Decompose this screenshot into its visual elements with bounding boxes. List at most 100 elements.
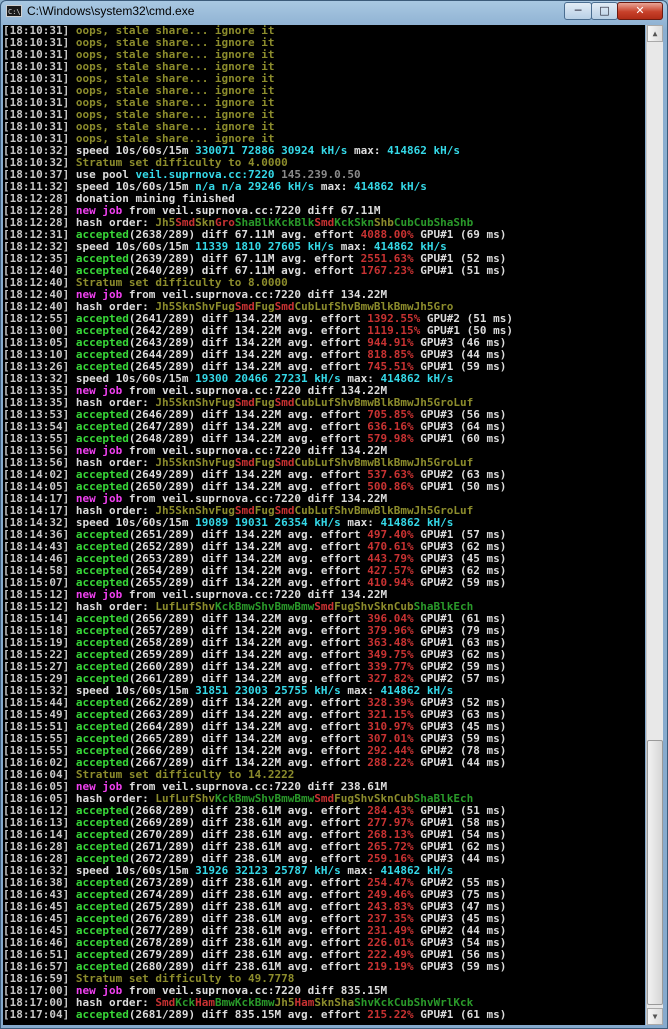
log-segment: (2678/289) diff 238.61M avg. effort <box>128 937 368 949</box>
log-segment: Jh5SknShvFug <box>155 505 235 517</box>
log-segment: Stratum set difficulty to 8.0000 <box>75 277 288 289</box>
log-segment: 292.44% <box>367 745 414 757</box>
title-bar[interactable]: C:\ C:\Windows\system32\cmd.exe ─ □ ✕ <box>1 1 667 23</box>
log-segment: GPU#3 (62 ms) <box>413 565 507 577</box>
console-line: [18:12:55] accepted(2641/289) diff 134.2… <box>3 313 645 325</box>
log-segment: (2665/289) diff 134.22M avg. effort <box>128 733 368 745</box>
log-segment: 818.85% <box>367 349 414 361</box>
log-segment: GPU#2 (78 ms) <box>413 745 507 757</box>
log-segment: max: <box>347 145 388 157</box>
log-segment: from veil.suprnova.cc:7220 diff 134.22M <box>122 493 388 505</box>
console-line: [18:12:40] hash order: Jh5SknShvFugSmdFu… <box>3 301 645 313</box>
log-segment: (2654/289) diff 134.22M avg. effort <box>128 565 368 577</box>
console-line: [18:15:12] hash order: LufLufShvKckBmwSh… <box>3 601 645 613</box>
log-timestamp: [18:14:32] <box>3 517 76 529</box>
console-line: [18:12:40] Stratum set difficulty to 8.0… <box>3 277 645 289</box>
console-line: [18:11:32] speed 10s/60s/15m n/a n/a 292… <box>3 181 645 193</box>
log-timestamp: [18:15:55] <box>3 733 76 745</box>
log-segment: GPU#1 (52 ms) <box>413 253 507 265</box>
console-line: [18:10:31] oops, stale share... ignore i… <box>3 121 645 133</box>
log-segment: (2650/289) diff 134.22M avg. effort <box>128 481 368 493</box>
log-segment: accepted <box>75 745 129 757</box>
console-output[interactable]: [18:10:31] oops, stale share... ignore i… <box>3 25 645 1025</box>
console-line: [18:15:55] accepted(2666/289) diff 134.2… <box>3 745 645 757</box>
log-timestamp: [18:13:35] <box>3 385 76 397</box>
log-segment: 310.97% <box>367 721 414 733</box>
scrollbar-thumb[interactable] <box>647 740 663 1005</box>
log-timestamp: [18:12:35] <box>3 253 76 265</box>
log-timestamp: [18:16:59] <box>3 973 76 985</box>
vertical-scrollbar[interactable]: ▲ ▼ <box>646 25 663 1025</box>
log-segment: GPU#3 (75 ms) <box>413 889 507 901</box>
log-segment: new job <box>75 781 123 793</box>
minimize-button[interactable]: ─ <box>564 2 592 20</box>
log-timestamp: [18:13:55] <box>3 433 76 445</box>
log-timestamp: [18:15:55] <box>3 745 76 757</box>
console-line: [18:10:31] oops, stale share... ignore i… <box>3 37 645 49</box>
log-segment: 215.22% <box>367 1009 414 1021</box>
log-segment: accepted <box>75 361 129 373</box>
log-segment: 231.49% <box>367 925 414 937</box>
log-timestamp: [18:15:27] <box>3 661 76 673</box>
log-segment: 2551.63% <box>360 253 414 265</box>
log-segment: 363.48% <box>367 637 414 649</box>
log-segment: (2647/289) diff 134.22M avg. effort <box>128 421 368 433</box>
log-segment: CubLufShvBmwBlkBmwJh5GroLuf <box>294 505 474 517</box>
log-segment: 237.35% <box>367 913 414 925</box>
console-line: [18:10:31] oops, stale share... ignore i… <box>3 25 645 37</box>
log-timestamp: [18:15:14] <box>3 613 76 625</box>
log-timestamp: [18:16:51] <box>3 949 76 961</box>
log-segment: 277.97% <box>367 817 414 829</box>
console-line: [18:13:55] accepted(2648/289) diff 134.2… <box>3 433 645 445</box>
log-segment: 944.91% <box>367 337 414 349</box>
console-line: [18:13:00] accepted(2642/289) diff 134.2… <box>3 325 645 337</box>
log-segment: GPU#2 (59 ms) <box>413 577 507 589</box>
log-segment: veil.suprnova.cc:7220 <box>135 169 275 181</box>
log-segment: Kck <box>175 997 196 1009</box>
log-segment: Smd <box>155 997 176 1009</box>
console-lines: [18:10:31] oops, stale share... ignore i… <box>3 25 645 1021</box>
log-segment: (2676/289) diff 238.61M avg. effort <box>128 913 368 925</box>
log-segment: max: <box>334 241 374 253</box>
log-segment: 414862 kH/s <box>387 145 461 157</box>
log-timestamp: [18:13:53] <box>3 409 76 421</box>
maximize-button[interactable]: □ <box>591 2 618 20</box>
cmd-icon[interactable]: C:\ <box>6 5 22 17</box>
log-segment: accepted <box>75 433 129 445</box>
log-timestamp: [18:17:00] <box>3 985 76 997</box>
log-segment: 226.01% <box>367 937 414 949</box>
log-segment: (2640/289) diff 67.11M avg. effort <box>128 265 361 277</box>
console-line: [18:12:28] new job from veil.suprnova.cc… <box>3 205 645 217</box>
log-segment: accepted <box>75 1009 129 1021</box>
console-line: [18:13:10] accepted(2644/289) diff 134.2… <box>3 349 645 361</box>
scroll-up-arrow-icon[interactable]: ▲ <box>647 25 663 42</box>
log-segment: from veil.suprnova.cc:7220 diff 134.22M <box>122 445 388 457</box>
console-line: [18:10:32] Stratum set difficulty to 4.0… <box>3 157 645 169</box>
log-segment: oops, stale share... ignore it <box>75 121 275 133</box>
console-line: [18:15:49] accepted(2663/289) diff 134.2… <box>3 709 645 721</box>
console-line: [18:17:00] hash order: SmdKckHamBmwKckBm… <box>3 997 645 1009</box>
log-segment: accepted <box>75 421 129 433</box>
console-line: [18:14:32] speed 10s/60s/15m 19089 19031… <box>3 517 645 529</box>
log-segment: accepted <box>75 313 129 325</box>
log-segment: (2659/289) diff 134.22M avg. effort <box>128 649 368 661</box>
log-timestamp: [18:10:31] <box>3 73 76 85</box>
log-segment: accepted <box>75 649 129 661</box>
log-segment: Stratum set difficulty to 4.0000 <box>75 157 288 169</box>
log-segment: hash order: <box>75 793 156 805</box>
log-segment: accepted <box>75 937 129 949</box>
log-segment: speed 10s/60s/15m <box>75 181 196 193</box>
log-segment: (2671/289) diff 238.61M avg. effort <box>128 841 368 853</box>
console-line: [18:10:37] use pool veil.suprnova.cc:722… <box>3 169 645 181</box>
log-timestamp: [18:14:58] <box>3 565 76 577</box>
log-segment: hash order: <box>75 457 156 469</box>
log-timestamp: [18:16:02] <box>3 757 76 769</box>
log-segment: (2675/289) diff 238.61M avg. effort <box>128 901 368 913</box>
log-segment: Fug <box>254 505 275 517</box>
log-segment: max: <box>340 685 381 697</box>
scroll-down-arrow-icon[interactable]: ▼ <box>647 1008 663 1025</box>
log-segment: 254.47% <box>367 877 414 889</box>
log-segment: (2638/289) diff 67.11M avg. effort <box>128 229 361 241</box>
log-segment: (2669/289) diff 238.61M avg. effort <box>128 817 368 829</box>
close-button[interactable]: ✕ <box>617 2 663 20</box>
